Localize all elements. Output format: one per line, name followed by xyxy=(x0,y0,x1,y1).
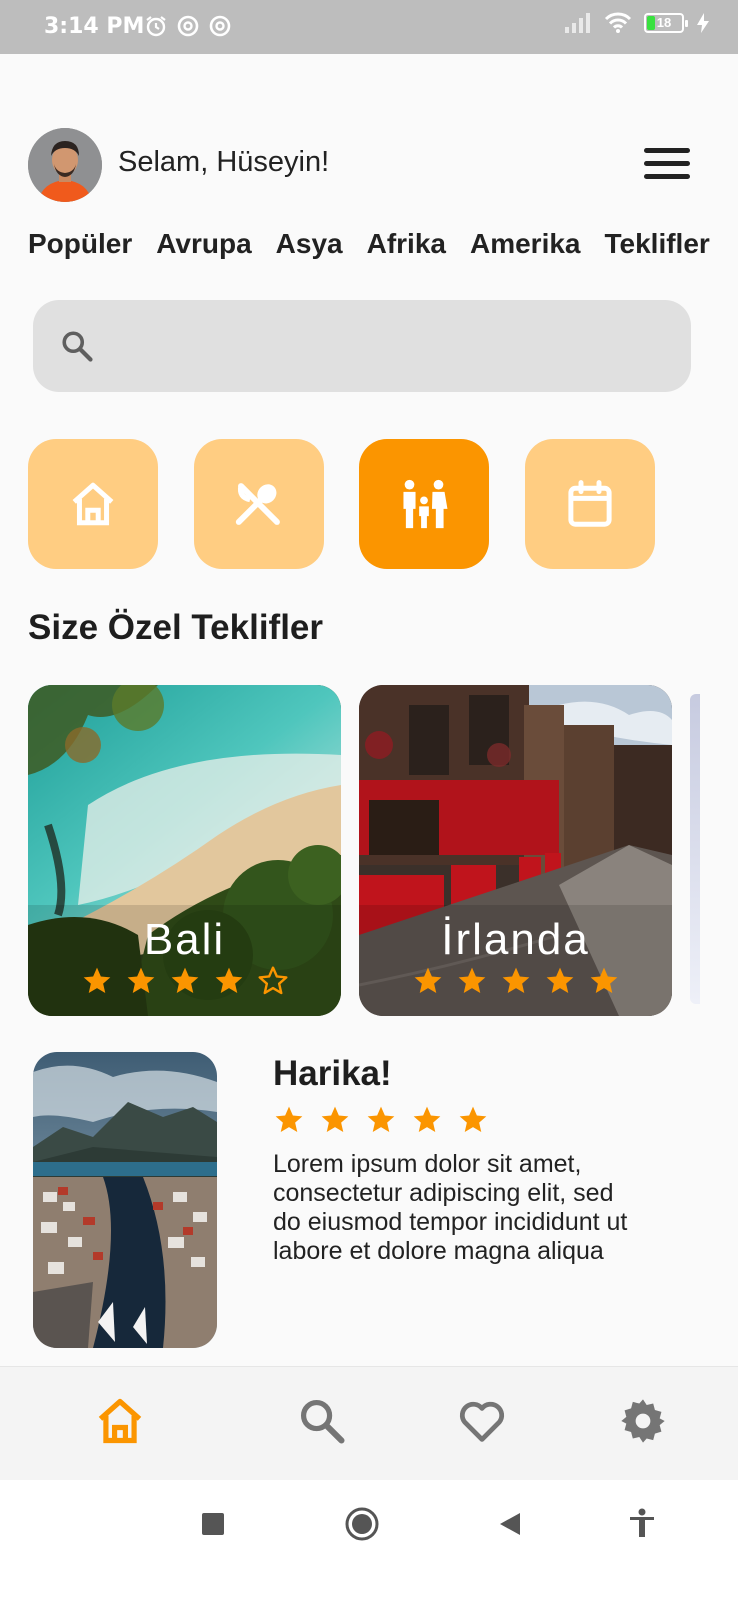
search-bar[interactable] xyxy=(33,300,691,392)
restaurant-icon xyxy=(235,483,280,525)
hamburger-menu-icon xyxy=(644,148,690,153)
category-home-button[interactable] xyxy=(28,439,158,569)
star-filled-icon xyxy=(413,1106,441,1132)
star-filled-icon xyxy=(590,967,617,993)
tab-avrupa[interactable]: Avrupa xyxy=(156,228,251,260)
offer-name: İrlanda xyxy=(441,915,590,964)
star-filled-icon xyxy=(321,1106,349,1132)
status-bar: 3:14 PM 18 xyxy=(0,0,738,54)
hamburger-menu-icon xyxy=(644,174,690,179)
system-navigation-bar xyxy=(0,1480,738,1600)
star-filled-icon xyxy=(171,967,198,993)
star-filled-icon xyxy=(546,967,573,993)
back-button-icon[interactable] xyxy=(498,1511,522,1537)
tab-amerika[interactable]: Amerika xyxy=(470,228,581,260)
accessibility-icon[interactable] xyxy=(628,1508,656,1538)
hamburger-menu-icon xyxy=(644,161,690,166)
nav-favorites-button[interactable] xyxy=(456,1395,508,1447)
star-filled-icon xyxy=(502,967,529,993)
star-filled-icon xyxy=(275,1106,303,1132)
offer-card-irlanda[interactable]: İrlanda xyxy=(359,685,672,1016)
star-filled-icon xyxy=(414,967,441,993)
wifi-icon xyxy=(604,12,632,33)
search-icon xyxy=(62,331,93,362)
calendar-icon xyxy=(568,480,612,527)
data-saver-icon xyxy=(177,15,199,37)
offer-rating xyxy=(359,965,672,997)
tab-afrika[interactable]: Afrika xyxy=(367,228,446,260)
menu-button[interactable] xyxy=(644,148,690,182)
tab-populer[interactable]: Popüler xyxy=(28,228,132,260)
region-tabs: Popüler Avrupa Asya Afrika Amerika Tekli… xyxy=(28,228,738,260)
greeting-text: Selam, Hüseyin! xyxy=(118,146,330,178)
settings-icon xyxy=(621,1399,665,1443)
system-status-icons: 18 xyxy=(564,12,710,34)
offer-rating xyxy=(28,965,341,997)
home-icon xyxy=(72,482,114,526)
charging-icon xyxy=(697,13,709,33)
harbor-image xyxy=(33,1052,217,1348)
nav-search-button[interactable] xyxy=(296,1395,348,1447)
review-image[interactable] xyxy=(33,1052,217,1348)
star-filled-icon xyxy=(215,967,242,993)
category-restaurant-button[interactable] xyxy=(194,439,324,569)
star-filled-icon xyxy=(459,1106,487,1132)
star-filled-icon xyxy=(127,967,154,993)
home-icon xyxy=(98,1398,142,1444)
recents-button-icon[interactable] xyxy=(202,1513,224,1535)
alarm-icon xyxy=(146,16,166,37)
nav-settings-button[interactable] xyxy=(617,1395,669,1447)
home-button-icon[interactable] xyxy=(344,1506,380,1542)
category-calendar-button[interactable] xyxy=(525,439,655,569)
star-filled-icon xyxy=(458,967,485,993)
review-text: Lorem ipsum dolor sit amet, consectetur … xyxy=(273,1150,628,1265)
nav-home-button[interactable] xyxy=(94,1395,146,1447)
signal-icon xyxy=(565,13,590,33)
section-title: Size Özel Teklifler xyxy=(28,608,324,647)
tab-teklifler[interactable]: Teklifler xyxy=(605,228,710,260)
user-avatar[interactable] xyxy=(28,128,102,202)
bottom-navigation xyxy=(0,1366,738,1481)
search-input[interactable] xyxy=(113,320,667,374)
status-time: 3:14 PM xyxy=(44,14,145,39)
search-icon xyxy=(300,1399,345,1444)
star-filled-icon xyxy=(367,1106,395,1132)
star-outline-icon xyxy=(257,966,288,995)
battery-icon: 18 xyxy=(644,13,688,33)
family-icon xyxy=(403,479,448,529)
review-title: Harika! xyxy=(273,1054,392,1093)
review-rating xyxy=(273,1104,489,1136)
offer-card-peek[interactable] xyxy=(690,694,700,1004)
notification-icons xyxy=(144,14,232,38)
battery-level: 18 xyxy=(656,15,672,30)
category-family-button[interactable] xyxy=(359,439,489,569)
heart-icon xyxy=(459,1401,505,1442)
offer-name: Bali xyxy=(143,915,226,964)
offer-card-bali[interactable]: Bali xyxy=(28,685,341,1016)
star-filled-icon xyxy=(83,967,110,993)
tab-asya[interactable]: Asya xyxy=(276,228,343,260)
data-saver-icon xyxy=(209,15,231,37)
